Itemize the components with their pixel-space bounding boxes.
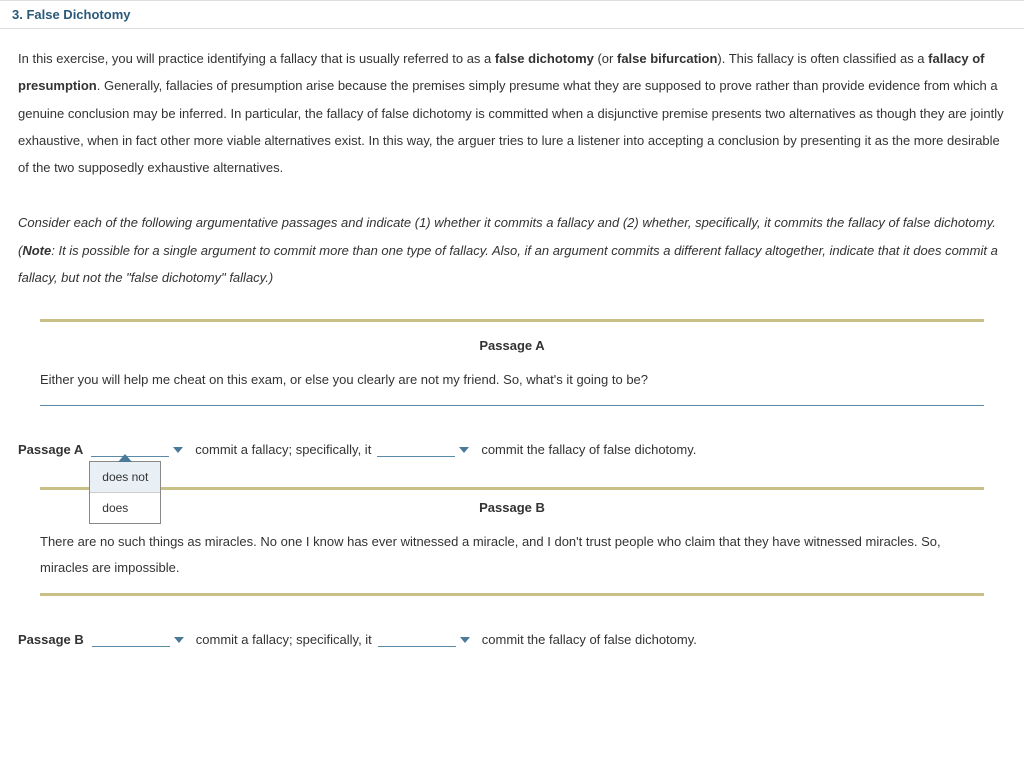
- dropdown-a1-slot[interactable]: does not does: [89, 443, 191, 457]
- section-title: 3. False Dichotomy: [12, 7, 130, 22]
- chevron-down-icon[interactable]: [459, 447, 469, 453]
- main-content: In this exercise, you will practice iden…: [0, 29, 1024, 693]
- instructions-text-2: : It is possible for a single argument t…: [18, 243, 998, 285]
- intro-text-2: (or: [594, 51, 617, 66]
- answer-a-mid: commit a fallacy; specifically, it: [195, 442, 371, 457]
- section-header: 3. False Dichotomy: [0, 0, 1024, 29]
- dropdown-a1-menu: does not does: [89, 461, 161, 524]
- dropdown-b2-line: [378, 633, 456, 647]
- dropdown-a2-slot[interactable]: [375, 443, 477, 457]
- passage-a-text: Either you will help me cheat on this ex…: [40, 367, 984, 405]
- passage-b-title: Passage B: [40, 490, 984, 529]
- answer-b-label: Passage B: [18, 632, 84, 647]
- intro-paragraph: In this exercise, you will practice iden…: [18, 45, 1006, 181]
- passage-b-text: There are no such things as miracles. No…: [40, 529, 984, 593]
- answer-row-a: Passage A does not does commit a fallacy…: [18, 442, 1006, 457]
- intro-text-3: ). This fallacy is often classified as a: [717, 51, 928, 66]
- divider: [40, 319, 984, 322]
- answer-row-b: Passage B commit a fallacy; specifically…: [18, 632, 1006, 647]
- instructions-paragraph: Consider each of the following argumenta…: [18, 209, 1006, 291]
- intro-text-1: In this exercise, you will practice iden…: [18, 51, 495, 66]
- dropdown-pointer-icon: [118, 454, 132, 462]
- passage-a-title: Passage A: [40, 328, 984, 367]
- dropdown-b1-slot[interactable]: [90, 633, 192, 647]
- chevron-down-icon[interactable]: [460, 637, 470, 643]
- intro-text-4: . Generally, fallacies of presumption ar…: [18, 78, 1004, 175]
- instructions-note-bold: Note: [22, 243, 51, 258]
- answer-b-end: commit the fallacy of false dichotomy.: [482, 632, 697, 647]
- intro-bold-2: false bifurcation: [617, 51, 717, 66]
- dropdown-a2-line: [377, 443, 455, 457]
- answer-a-label: Passage A: [18, 442, 83, 457]
- dropdown-option-does[interactable]: does: [90, 493, 160, 523]
- dropdown-b1-line: [92, 633, 170, 647]
- passage-b-block: Passage B There are no such things as mi…: [40, 490, 984, 596]
- divider: [40, 405, 984, 406]
- dropdown-option-does-not[interactable]: does not: [90, 462, 160, 493]
- chevron-down-icon[interactable]: [173, 447, 183, 453]
- answer-a-end: commit the fallacy of false dichotomy.: [481, 442, 696, 457]
- divider: [40, 593, 984, 596]
- chevron-down-icon[interactable]: [174, 637, 184, 643]
- passage-a-block: Passage A Either you will help me cheat …: [40, 319, 984, 406]
- dropdown-b2-slot[interactable]: [376, 633, 478, 647]
- answer-b-mid: commit a fallacy; specifically, it: [196, 632, 372, 647]
- intro-bold-1: false dichotomy: [495, 51, 594, 66]
